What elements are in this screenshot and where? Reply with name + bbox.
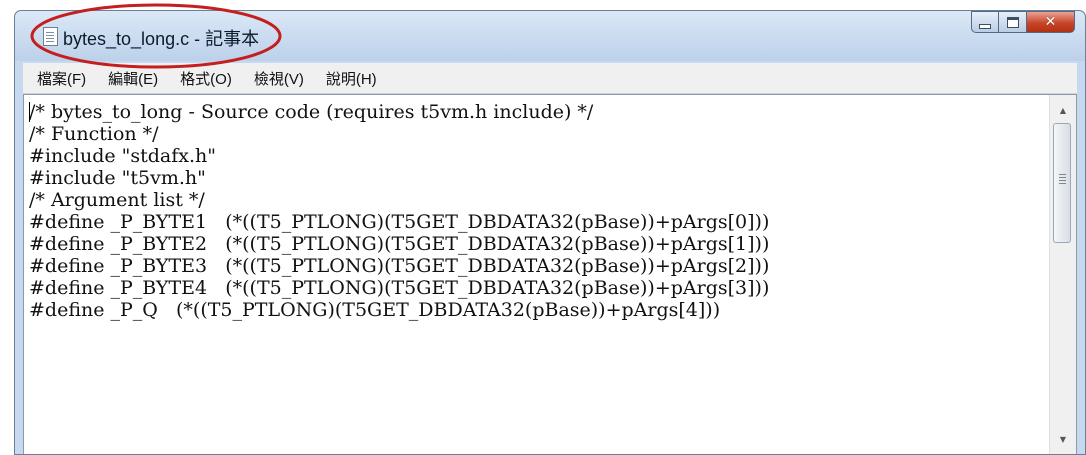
window-title: bytes_to_long.c - 記事本 (63, 29, 260, 49)
window-controls: ✕ (971, 11, 1075, 35)
menu-view[interactable]: 檢視(V) (254, 68, 304, 89)
maximize-button[interactable] (999, 11, 1027, 33)
code-line: #define _P_BYTE3 (*((T5_PTLONG)(T5GET_DB… (29, 255, 770, 277)
code-line: #include "stdafx.h" (29, 145, 217, 167)
code-line: #define _P_Q (*((T5_PTLONG)(T5GET_DBDATA… (29, 299, 721, 321)
maximize-icon (1006, 16, 1019, 28)
grip-icon (1059, 174, 1066, 175)
code-line: /* Function */ (29, 123, 159, 145)
notepad-icon[interactable] (43, 27, 58, 46)
scroll-thumb[interactable] (1053, 123, 1071, 243)
vertical-scrollbar[interactable]: ▲ ▼ (1049, 95, 1076, 454)
minimize-icon (979, 23, 991, 29)
notepad-window: bytes_to_long.c - 記事本 ✕ 檔案(F) 編輯(E) 格式(O… (14, 10, 1086, 455)
menu-edit[interactable]: 編輯(E) (108, 68, 158, 89)
editor[interactable]: /* bytes_to_long - Source code (requires… (23, 94, 1077, 454)
title-bar[interactable]: bytes_to_long.c - 記事本 ✕ (15, 11, 1085, 61)
code-line: /* bytes_to_long - Source code (requires… (29, 101, 594, 123)
close-icon: ✕ (1044, 14, 1057, 30)
code-line: #define _P_BYTE4 (*((T5_PTLONG)(T5GET_DB… (29, 277, 770, 299)
text-area[interactable]: /* bytes_to_long - Source code (requires… (24, 95, 1050, 454)
menu-format[interactable]: 格式(O) (180, 68, 232, 89)
menu-file[interactable]: 檔案(F) (37, 68, 86, 89)
menu-bar: 檔案(F) 編輯(E) 格式(O) 檢視(V) 說明(H) (23, 63, 1077, 94)
chevron-up-icon[interactable]: ▲ (1050, 101, 1076, 119)
code-line: #include "t5vm.h" (29, 167, 206, 189)
code-line: #define _P_BYTE1 (*((T5_PTLONG)(T5GET_DB… (29, 211, 770, 233)
minimize-button[interactable] (971, 11, 999, 33)
code-line: #define _P_BYTE2 (*((T5_PTLONG)(T5GET_DB… (29, 233, 770, 255)
close-button[interactable]: ✕ (1027, 11, 1075, 33)
menu-help[interactable]: 說明(H) (326, 68, 377, 89)
text-caret (29, 102, 30, 122)
code-line: /* Argument list */ (29, 189, 205, 211)
chevron-down-icon[interactable]: ▼ (1050, 430, 1076, 448)
